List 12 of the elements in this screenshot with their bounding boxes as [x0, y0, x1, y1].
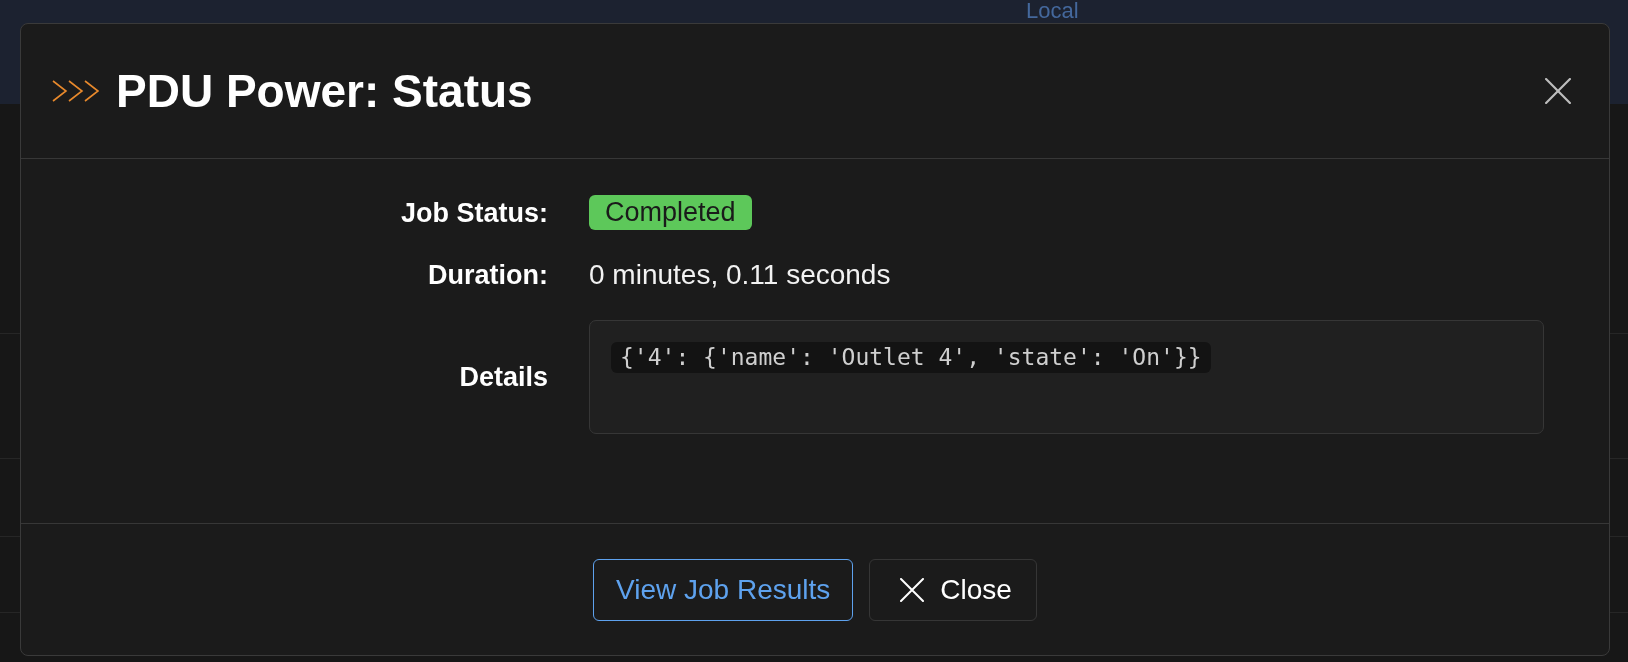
field-value: 0 minutes, 0.11 seconds	[589, 259, 891, 291]
code-text: {'4': {'name': 'Outlet 4', 'state': 'On'}}	[611, 342, 1211, 373]
triple-chevron-icon	[52, 80, 99, 102]
close-button[interactable]: Close	[869, 558, 1037, 621]
close-icon	[900, 577, 925, 602]
dialog-title: PDU Power: Status	[116, 65, 533, 117]
field-label: Duration:	[428, 259, 548, 291]
close-icon[interactable]	[1545, 78, 1571, 104]
field-label: Details	[459, 361, 548, 393]
view-results-button[interactable]: View Job Results	[593, 558, 854, 621]
field-label: Job Status:	[401, 196, 548, 229]
status-badge: Completed	[589, 195, 752, 230]
